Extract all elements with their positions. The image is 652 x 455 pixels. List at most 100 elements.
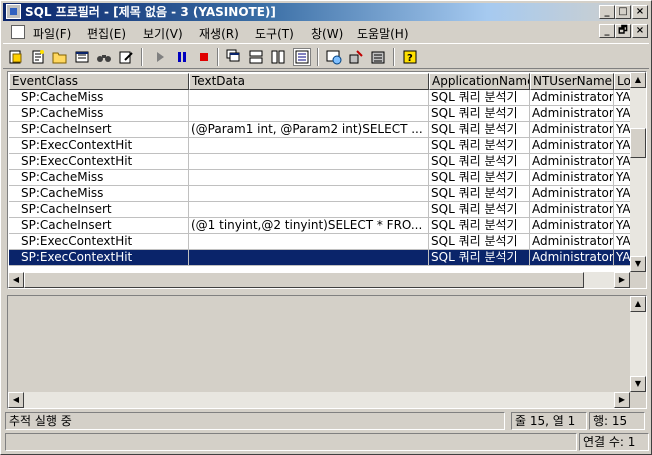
document-icon[interactable] [11, 25, 25, 39]
find-icon[interactable] [95, 48, 113, 66]
table-row[interactable]: SP:CacheMiss SQL 쿼리 분석기 Administrator YA [9, 170, 630, 186]
column-header-ntusername[interactable]: NTUserName [530, 73, 614, 90]
menu-replay[interactable]: 재생(R) [199, 25, 239, 42]
cell-eventclass: SP:ExecContextHit [9, 234, 189, 250]
menu-tools[interactable]: 도구(T) [255, 25, 294, 42]
cell-login: YA [614, 218, 630, 234]
help-icon[interactable]: ? [401, 48, 419, 66]
query-analyzer-icon[interactable] [325, 48, 343, 66]
cell-applicationname: SQL 쿼리 분석기 [429, 90, 530, 106]
cell-eventclass: SP:CacheMiss [9, 170, 189, 186]
maximize-button[interactable]: □ [615, 5, 631, 19]
vertical-scrollbar[interactable]: ▲ ▼ [630, 72, 646, 272]
column-header-eventclass[interactable]: EventClass [9, 73, 189, 90]
cell-applicationname: SQL 쿼리 분석기 [429, 250, 530, 266]
svg-text:?: ? [407, 53, 413, 64]
grouped-view-icon[interactable] [293, 48, 311, 66]
cell-login: YA [614, 186, 630, 202]
title-bar[interactable]: SQL 프로필러 - [제목 없음 - 3 (YASINOTE)] _ □ × [3, 3, 649, 21]
properties-icon[interactable] [73, 48, 91, 66]
table-row[interactable]: SP:CacheMiss SQL 쿼리 분석기 Administrator YA [9, 90, 630, 106]
close-button[interactable]: × [632, 5, 648, 19]
cell-textdata [189, 186, 429, 202]
table-row[interactable]: SP:ExecContextHit SQL 쿼리 분석기 Administrator… [9, 138, 630, 154]
cell-login: YA [614, 250, 630, 266]
detail-scroll-right-button[interactable]: ▶ [614, 392, 630, 408]
cell-textdata: (@Param1 int, @Param2 int)SELECT ... [189, 122, 429, 138]
doc-minimize-button[interactable]: _ [599, 24, 615, 38]
new-template-icon[interactable] [29, 48, 47, 66]
cell-eventclass: SP:ExecContextHit [9, 138, 189, 154]
tile-horizontal-icon[interactable] [247, 48, 265, 66]
minimize-button[interactable]: _ [599, 5, 615, 19]
menu-file[interactable]: 파일(F) [33, 25, 71, 42]
cell-login: YA [614, 234, 630, 250]
report-icon[interactable] [369, 48, 387, 66]
scroll-left-button[interactable]: ◀ [8, 272, 24, 288]
detail-scroll-up-button[interactable]: ▲ [630, 296, 646, 312]
detail-scroll-left-button[interactable]: ◀ [8, 392, 24, 408]
stop-icon[interactable] [195, 48, 213, 66]
open-icon[interactable] [51, 48, 69, 66]
cell-login: YA [614, 122, 630, 138]
scroll-right-button[interactable]: ▶ [614, 272, 630, 288]
scroll-up-button[interactable]: ▲ [630, 72, 646, 88]
table-row[interactable]: SP:CacheInsert (@Param1 int, @Param2 int)… [9, 122, 630, 138]
cell-textdata: (@1 tinyint,@2 tinyint)SELECT * FRO... [189, 218, 429, 234]
trace-grid[interactable]: EventClass TextData ApplicationName NTUs… [7, 71, 647, 289]
doc-restore-button[interactable]: 🗗 [615, 24, 631, 38]
cell-ntusername: Administrator [530, 250, 614, 266]
cell-textdata [189, 250, 429, 266]
menu-help[interactable]: 도움말(H) [357, 25, 409, 42]
cell-ntusername: Administrator [530, 90, 614, 106]
cell-ntusername: Administrator [530, 154, 614, 170]
scroll-down-button[interactable]: ▼ [630, 256, 646, 272]
table-row[interactable]: SP:ExecContextHit SQL 쿼리 분석기 Administrator… [9, 154, 630, 170]
menu-window[interactable]: 창(W) [311, 25, 343, 42]
detail-pane[interactable]: ▲ ▼ ◀ ▶ [7, 295, 647, 409]
new-trace-icon[interactable] [7, 48, 25, 66]
app-status-bar: 연결 수: 1 [5, 433, 649, 451]
status-rows: 행: 15 [589, 412, 645, 430]
cell-textdata [189, 106, 429, 122]
table-row[interactable]: SP:CacheInsert (@1 tinyint,@2 tinyint)SEL… [9, 218, 630, 234]
edit-icon[interactable] [117, 48, 135, 66]
table-row[interactable]: SP:ExecContextHit SQL 쿼리 분석기 Administrator… [9, 250, 630, 266]
detail-scroll-down-button[interactable]: ▼ [630, 376, 646, 392]
scroll-thumb[interactable] [630, 128, 646, 158]
column-header-applicationname[interactable]: ApplicationName [429, 73, 530, 90]
cell-eventclass: SP:CacheInsert [9, 218, 189, 234]
tuning-wizard-icon[interactable] [347, 48, 365, 66]
table-row[interactable]: SP:CacheInsert SQL 쿼리 분석기 Administrator YA [9, 202, 630, 218]
column-header-textdata[interactable]: TextData [189, 73, 429, 90]
menu-bar: 파일(F) 편집(E) 보기(V) 재생(R) 도구(T) 창(W) 도움말(H… [3, 22, 649, 42]
table-row[interactable]: SP:ExecContextHit SQL 쿼리 분석기 Administrator… [9, 234, 630, 250]
status-position: 줄 15, 열 1 [511, 412, 587, 430]
app-status-message [5, 433, 577, 451]
cell-applicationname: SQL 쿼리 분석기 [429, 106, 530, 122]
menu-view[interactable]: 보기(V) [143, 25, 183, 42]
column-header-login[interactable]: Lo [614, 73, 630, 90]
pause-icon[interactable] [173, 48, 191, 66]
cell-ntusername: Administrator [530, 202, 614, 218]
cell-textdata [189, 90, 429, 106]
cell-eventclass: SP:CacheMiss [9, 90, 189, 106]
cell-eventclass: SP:CacheMiss [9, 186, 189, 202]
detail-horizontal-scrollbar[interactable]: ◀ ▶ [8, 392, 630, 408]
horizontal-scrollbar[interactable]: ◀ ▶ [8, 272, 630, 288]
cascade-icon[interactable] [225, 48, 243, 66]
cell-login: YA [614, 154, 630, 170]
toolbar-separator [393, 48, 395, 66]
hscroll-thumb[interactable] [24, 272, 584, 288]
table-row[interactable]: SP:CacheMiss SQL 쿼리 분석기 Administrator YA [9, 186, 630, 202]
table-row[interactable]: SP:CacheMiss SQL 쿼리 분석기 Administrator YA [9, 106, 630, 122]
cell-eventclass: SP:ExecContextHit [9, 154, 189, 170]
doc-close-button[interactable]: × [632, 24, 648, 38]
detail-vertical-scrollbar[interactable]: ▲ ▼ [630, 296, 646, 392]
menu-edit[interactable]: 편집(E) [87, 25, 126, 42]
cell-applicationname: SQL 쿼리 분석기 [429, 170, 530, 186]
tile-vertical-icon[interactable] [269, 48, 287, 66]
cell-textdata [189, 138, 429, 154]
run-icon[interactable] [151, 48, 169, 66]
cell-eventclass: SP:CacheMiss [9, 106, 189, 122]
